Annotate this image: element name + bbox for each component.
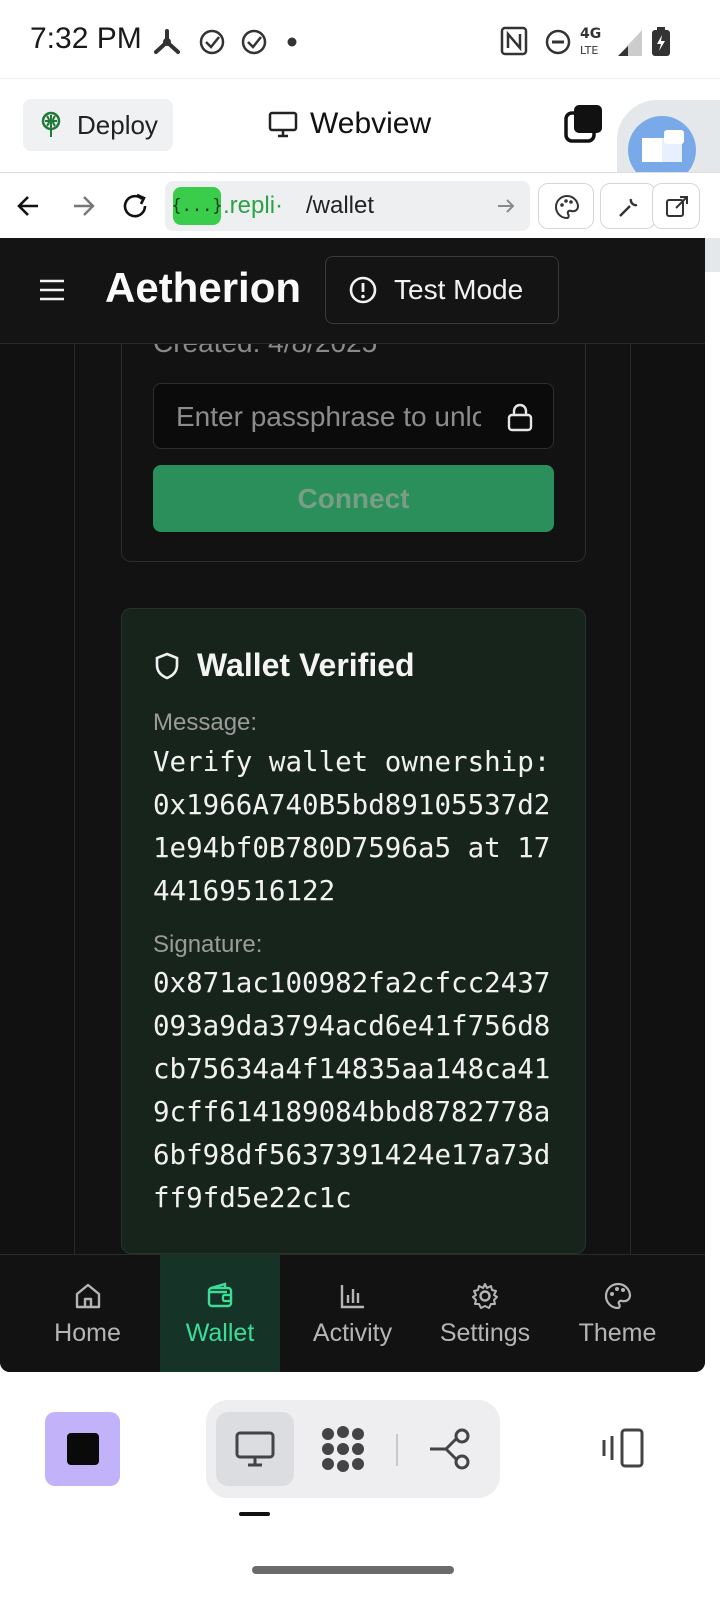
gear-icon	[472, 1282, 498, 1309]
agent-icon[interactable]	[318, 1424, 368, 1474]
deploy-label: Deploy	[77, 109, 158, 140]
nav-home[interactable]: Home	[20, 1255, 155, 1372]
check-circle-icon-2	[241, 29, 267, 55]
fan-icon	[154, 29, 180, 54]
connect-button[interactable]: Connect	[153, 465, 554, 532]
forward-arrow-icon[interactable]	[70, 193, 96, 219]
divider	[396, 1434, 398, 1466]
shield-icon	[155, 652, 179, 679]
stop-button[interactable]	[45, 1412, 120, 1486]
nfc-icon	[500, 26, 528, 56]
lock-icon	[507, 403, 533, 432]
home-icon	[75, 1283, 100, 1308]
git-branch-icon[interactable]	[428, 1426, 476, 1472]
wallet-icon	[207, 1281, 233, 1307]
back-arrow-icon[interactable]	[16, 193, 42, 219]
signature-label: Signature:	[153, 931, 263, 958]
theme-preview-button[interactable]	[538, 183, 594, 229]
desktop-view-button[interactable]	[216, 1412, 294, 1486]
webview-label: Webview	[310, 107, 432, 140]
do-not-disturb-icon	[545, 29, 571, 55]
nav-activity[interactable]: Activity	[290, 1255, 415, 1372]
verified-title-text: Wallet Verified	[197, 647, 415, 683]
passphrase-placeholder: Enter passphrase to unlock	[176, 401, 481, 432]
browser-bar: {...} .repli· /wallet	[0, 172, 720, 238]
alert-circle-icon	[349, 276, 377, 304]
url-path: /wallet	[306, 192, 375, 219]
status-bar: 7:32 PM 4G LTE	[0, 0, 720, 78]
panel-toggle-icon[interactable]	[600, 1426, 646, 1470]
reload-icon[interactable]	[120, 191, 150, 221]
home-indicator[interactable]	[252, 1566, 454, 1574]
wallet-verified-card: Wallet Verified Message: Verify wallet o…	[121, 608, 586, 1254]
stop-icon	[66, 1433, 99, 1465]
go-arrow-icon[interactable]	[495, 195, 517, 217]
bar-chart-icon	[340, 1284, 364, 1308]
signal-4g-icon: 4G LTE	[580, 26, 642, 57]
monitor-icon-2	[235, 1431, 275, 1467]
url-badge: {...}	[171, 187, 223, 225]
check-circle-icon	[199, 29, 225, 55]
webview-tab[interactable]: Webview	[268, 107, 431, 141]
app-title: Aetherion	[105, 264, 302, 311]
view-switcher	[206, 1400, 500, 1498]
palette-icon-nav	[604, 1282, 631, 1309]
url-bar[interactable]: {...} .repli· /wallet	[165, 181, 530, 231]
nav-home-label: Home	[54, 1318, 121, 1347]
nav-settings[interactable]: Settings	[425, 1255, 545, 1372]
deploy-button[interactable]: Deploy	[23, 99, 173, 151]
svg-text:LTE: LTE	[580, 44, 598, 57]
svg-text:4G: 4G	[580, 26, 601, 42]
external-link-icon	[666, 196, 688, 217]
deploy-icon	[41, 111, 61, 137]
message-label: Message:	[153, 709, 258, 736]
battery-icon	[652, 27, 670, 56]
replit-toolbar: Deploy Webview	[0, 78, 720, 172]
dot-icon	[287, 37, 297, 47]
test-mode-label: Test Mode	[394, 274, 524, 305]
wrench-icon	[619, 198, 638, 217]
monitor-icon	[268, 111, 298, 138]
active-indicator	[239, 1512, 270, 1516]
replit-bottom-bar	[0, 1372, 720, 1600]
webview-app: Created: 4/8/2025 Enter passphrase to un…	[0, 238, 705, 1372]
message-value: Verify wallet ownership: 0x1966A740B5bd8…	[153, 746, 551, 907]
nav-theme[interactable]: Theme	[560, 1255, 675, 1372]
open-external-button[interactable]	[652, 183, 700, 229]
nav-activity-label: Activity	[312, 1318, 393, 1347]
devtools-button[interactable]	[600, 183, 656, 229]
app-header: Aetherion Test Mode	[0, 238, 705, 344]
bottom-nav: Home Wallet Activity Settings Theme	[0, 1254, 705, 1372]
nav-settings-label: Settings	[439, 1318, 531, 1347]
palette-icon	[555, 194, 580, 220]
tabs-icon[interactable]	[562, 103, 604, 145]
verified-heading: Wallet Verified	[153, 647, 415, 684]
nav-wallet-label: Wallet	[185, 1318, 255, 1347]
url-host: .repli·	[223, 192, 284, 219]
nav-theme-label: Theme	[578, 1318, 657, 1347]
test-mode-button[interactable]: Test Mode	[325, 256, 559, 324]
passphrase-input[interactable]: Enter passphrase to unlock	[153, 383, 554, 449]
hamburger-menu-icon[interactable]	[38, 278, 66, 302]
nav-wallet[interactable]: Wallet	[160, 1255, 280, 1372]
signature-value: 0x871ac100982fa2cfcc2437093a9da3794acd6e…	[153, 967, 551, 1214]
status-time: 7:32 PM	[30, 22, 142, 55]
content-column: Created: 4/8/2025 Enter passphrase to un…	[74, 304, 631, 1254]
